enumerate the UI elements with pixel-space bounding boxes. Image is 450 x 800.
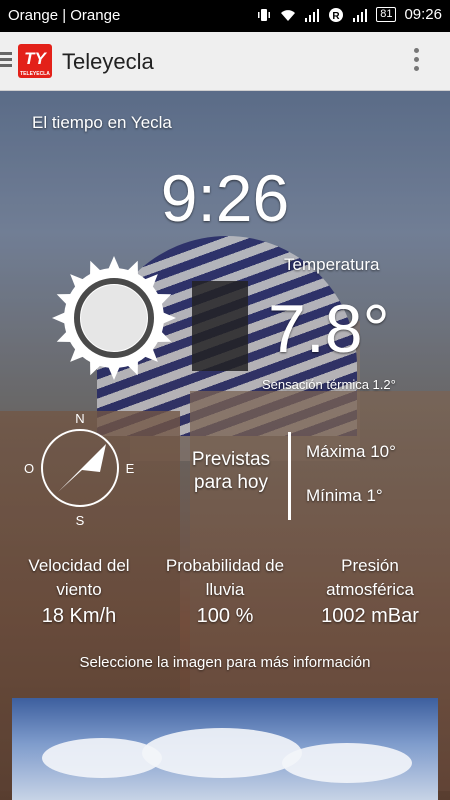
signal-icon bbox=[353, 8, 368, 22]
battery-level: 81 bbox=[376, 7, 397, 22]
location-title: El tiempo en Yecla bbox=[32, 113, 172, 132]
compass-s: S bbox=[76, 513, 85, 528]
overflow-menu-icon[interactable] bbox=[414, 48, 420, 75]
compass-n: N bbox=[75, 411, 84, 426]
stat-label: Probabilidad de lluvia bbox=[165, 556, 285, 599]
svg-text:R: R bbox=[333, 11, 341, 22]
wind-speed-stat: Velocidad del viento 18 Km/h bbox=[14, 554, 144, 628]
logo-text: TY bbox=[24, 49, 46, 68]
rain-probability-stat: Probabilidad de lluvia 100 % bbox=[160, 554, 290, 628]
status-bar: Orange | Orange R 81 09:26 bbox=[0, 0, 450, 32]
stat-value: 1002 mBar bbox=[321, 605, 419, 627]
r-icon: R bbox=[329, 7, 344, 22]
gallery-image[interactable] bbox=[12, 698, 438, 800]
stat-value: 100 % bbox=[196, 605, 254, 627]
clock: 9:26 bbox=[160, 161, 290, 235]
vibrate-icon bbox=[258, 8, 271, 21]
forecast-label: Previstas para hoy bbox=[191, 449, 271, 493]
compass-icon: N S E O bbox=[24, 411, 135, 528]
temperature-label: Temperatura bbox=[284, 255, 380, 274]
status-time: 09:26 bbox=[404, 6, 442, 23]
compass-e: E bbox=[126, 461, 135, 476]
stat-label: Velocidad del viento bbox=[28, 556, 130, 599]
forecast-divider bbox=[288, 432, 291, 520]
select-image-hint: Seleccione la imagen para más informació… bbox=[79, 654, 371, 671]
stat-value: 18 Km/h bbox=[41, 605, 117, 627]
wifi-icon bbox=[281, 9, 296, 21]
carrier-label: Orange | Orange bbox=[8, 7, 121, 24]
pressure-stat: Presión atmosférica 1002 mBar bbox=[305, 554, 435, 628]
temperature-value: 7.8° bbox=[268, 291, 390, 367]
stat-label: Presión atmosférica bbox=[326, 556, 414, 599]
signal-icon bbox=[305, 8, 320, 22]
logo-subtext: TELEYECLA bbox=[20, 71, 50, 77]
sun-icon bbox=[52, 256, 176, 380]
hamburger-icon[interactable] bbox=[0, 52, 12, 70]
app-logo[interactable]: TY TELEYECLA bbox=[18, 44, 52, 78]
compass-o: O bbox=[24, 461, 34, 476]
app-bar: TY TELEYECLA Teleyecla bbox=[0, 32, 450, 91]
feels-like: Sensación térmica 1.2° bbox=[262, 377, 396, 392]
status-icons: R 81 09:26 bbox=[256, 6, 442, 23]
forecast-max: Máxima 10° bbox=[306, 442, 396, 461]
forecast-min: Mínima 1° bbox=[306, 486, 383, 505]
app-title: Teleyecla bbox=[62, 49, 154, 74]
